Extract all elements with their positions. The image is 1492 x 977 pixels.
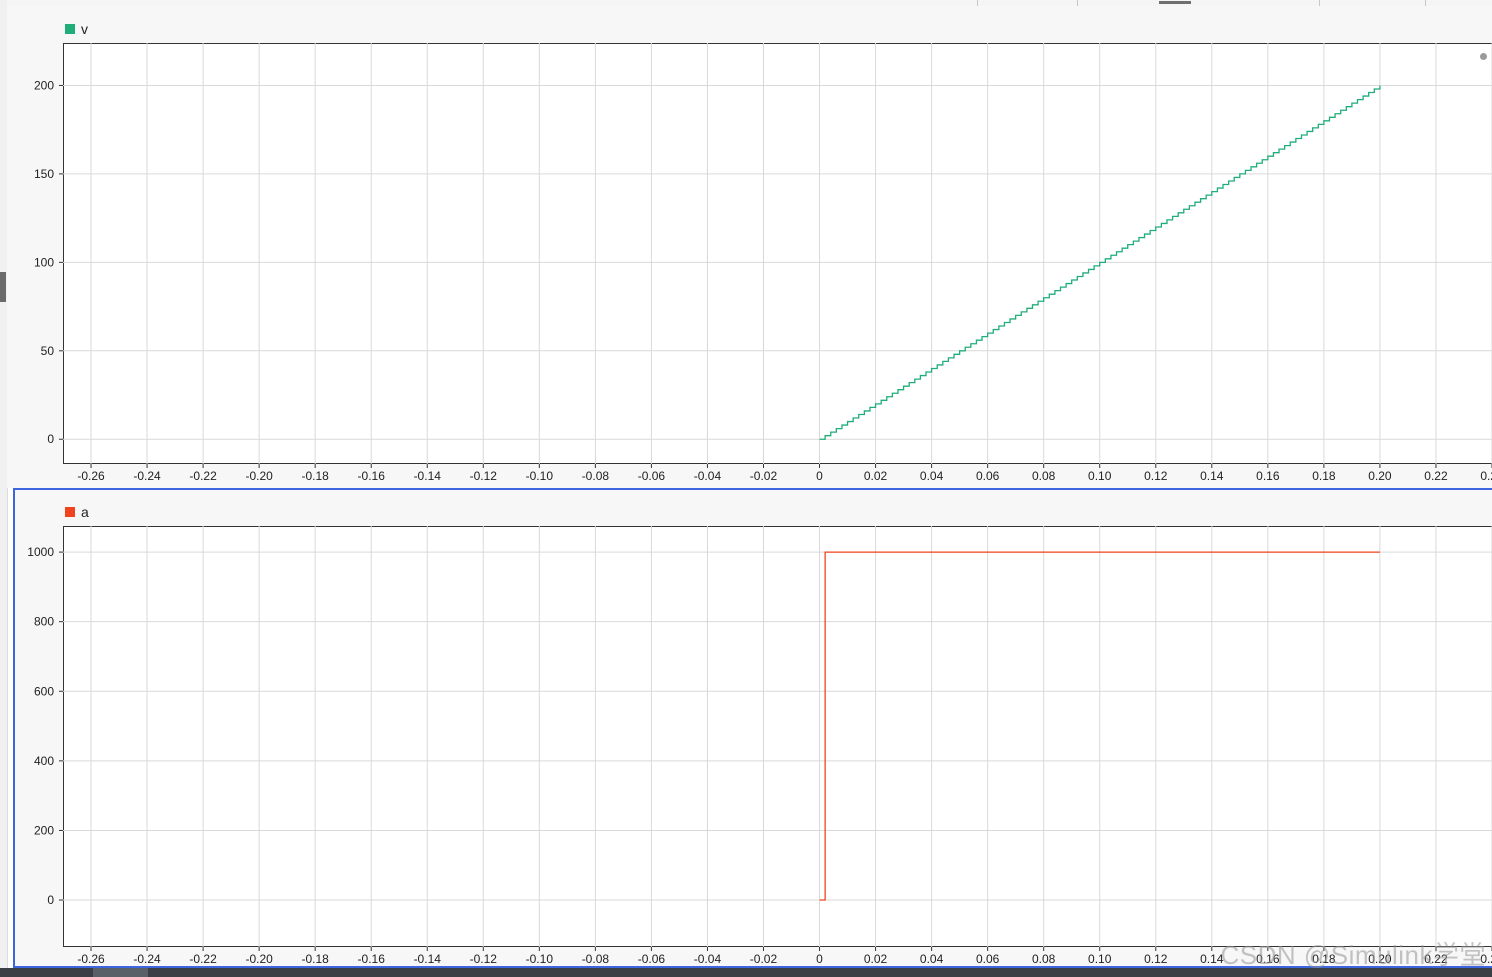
- x-tick-label: 0.10: [1088, 469, 1112, 483]
- x-tick-label: -0.08: [582, 469, 610, 483]
- x-tick-label: -0.26: [77, 469, 105, 483]
- y-tick-label: 200: [34, 78, 54, 92]
- x-tick-label: -0.24: [133, 469, 161, 483]
- x-tick-label: -0.10: [526, 469, 554, 483]
- x-tick-label: -0.16: [358, 469, 386, 483]
- x-tick-label: 0: [816, 469, 823, 483]
- x-tick-label: 0.24: [1480, 469, 1492, 483]
- x-tick-label: 0.18: [1312, 469, 1336, 483]
- x-tick-label: 0.20: [1368, 469, 1392, 483]
- x-tick-label: 0.12: [1144, 469, 1168, 483]
- x-tick-label: -0.12: [470, 469, 498, 483]
- x-tick-label: 0.14: [1200, 469, 1224, 483]
- x-tick-label: 0.22: [1424, 469, 1448, 483]
- status-bar: [0, 968, 1492, 977]
- x-tick-label: -0.22: [189, 469, 217, 483]
- x-tick-label: 0.08: [1032, 469, 1056, 483]
- watermark: CSDN @Simulink学堂: [1220, 940, 1486, 970]
- x-tick-label: -0.20: [245, 469, 273, 483]
- x-tick-label: 0.06: [976, 469, 1000, 483]
- panel-options-dot-icon[interactable]: [1480, 53, 1487, 60]
- y-tick-label: 100: [34, 255, 54, 269]
- x-tick-label: 0.16: [1256, 469, 1280, 483]
- x-tick-label: -0.14: [414, 469, 442, 483]
- axes-a[interactable]: [63, 526, 1492, 947]
- y-tick-label: 0: [47, 432, 54, 446]
- x-tick-label: -0.18: [301, 469, 329, 483]
- y-tick-label: 150: [34, 167, 54, 181]
- x-tick-label: -0.02: [750, 469, 778, 483]
- x-tick-label: -0.04: [694, 469, 722, 483]
- y-tick-label: 50: [41, 344, 55, 358]
- x-tick-label: 0.02: [864, 469, 888, 483]
- status-bar-segment: [93, 968, 148, 977]
- x-tick-label: -0.06: [638, 469, 666, 483]
- x-tick-label: 0.04: [920, 469, 944, 483]
